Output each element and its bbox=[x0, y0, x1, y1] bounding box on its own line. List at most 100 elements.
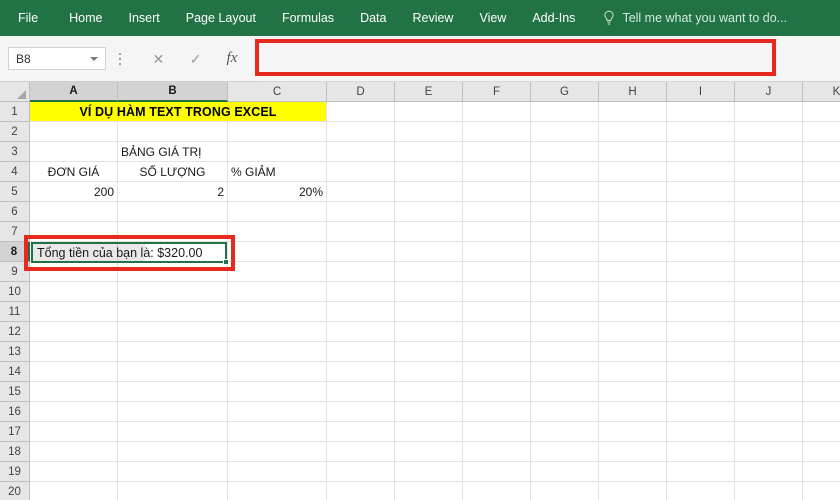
row-header-18[interactable]: 18 bbox=[0, 442, 30, 462]
cell-h1[interactable] bbox=[599, 102, 667, 122]
cell-e5[interactable] bbox=[395, 182, 463, 202]
cell-a18[interactable] bbox=[30, 442, 118, 462]
tab-file[interactable]: File bbox=[0, 0, 56, 36]
cell-i16[interactable] bbox=[667, 402, 735, 422]
cell-c2[interactable] bbox=[228, 122, 327, 142]
cell-b4[interactable]: SỐ LƯỢNG bbox=[118, 162, 228, 182]
cell-c15[interactable] bbox=[228, 382, 327, 402]
cell-h5[interactable] bbox=[599, 182, 667, 202]
cell-f8[interactable] bbox=[463, 242, 531, 262]
row-header-8[interactable]: 8 bbox=[0, 242, 30, 262]
cell-a2[interactable] bbox=[30, 122, 118, 142]
cell-j2[interactable] bbox=[735, 122, 803, 142]
cell-b14[interactable] bbox=[118, 362, 228, 382]
cell-k7[interactable] bbox=[803, 222, 840, 242]
cell-e10[interactable] bbox=[395, 282, 463, 302]
cell-a5[interactable]: 200 bbox=[30, 182, 118, 202]
cell-c20[interactable] bbox=[228, 482, 327, 500]
cell-f1[interactable] bbox=[463, 102, 531, 122]
worksheet-grid[interactable]: ABCDEFGHIJK 1 2 3 4 5 6 7 8 9 10 11 12 13 14 15 16 17 18 1… bbox=[0, 82, 840, 500]
cell-i9[interactable] bbox=[667, 262, 735, 282]
cell-j19[interactable] bbox=[735, 462, 803, 482]
cell-k4[interactable] bbox=[803, 162, 840, 182]
cell-h4[interactable] bbox=[599, 162, 667, 182]
confirm-check-icon[interactable]: ✓ bbox=[190, 52, 202, 66]
cell-i12[interactable] bbox=[667, 322, 735, 342]
cell-c3[interactable] bbox=[228, 142, 327, 162]
cell-a7[interactable] bbox=[30, 222, 118, 242]
cell-b12[interactable] bbox=[118, 322, 228, 342]
cell-h7[interactable] bbox=[599, 222, 667, 242]
cell-h15[interactable] bbox=[599, 382, 667, 402]
cell-b16[interactable] bbox=[118, 402, 228, 422]
cell-f4[interactable] bbox=[463, 162, 531, 182]
cell-i19[interactable] bbox=[667, 462, 735, 482]
cell-b18[interactable] bbox=[118, 442, 228, 462]
cell-i3[interactable] bbox=[667, 142, 735, 162]
cell-c18[interactable] bbox=[228, 442, 327, 462]
column-header-g[interactable]: G bbox=[531, 82, 599, 102]
column-header-d[interactable]: D bbox=[327, 82, 395, 102]
cell-c6[interactable] bbox=[228, 202, 327, 222]
cell-a20[interactable] bbox=[30, 482, 118, 500]
cell-a16[interactable] bbox=[30, 402, 118, 422]
cell-f17[interactable] bbox=[463, 422, 531, 442]
column-header-j[interactable]: J bbox=[735, 82, 803, 102]
tab-add-ins[interactable]: Add-Ins bbox=[519, 0, 588, 36]
cell-c4[interactable]: % GIẢM bbox=[228, 162, 327, 182]
cell-j17[interactable] bbox=[735, 422, 803, 442]
cell-k19[interactable] bbox=[803, 462, 840, 482]
cell-d15[interactable] bbox=[327, 382, 395, 402]
cell-j6[interactable] bbox=[735, 202, 803, 222]
cell-g19[interactable] bbox=[531, 462, 599, 482]
cell-e11[interactable] bbox=[395, 302, 463, 322]
cell-j14[interactable] bbox=[735, 362, 803, 382]
cell-a14[interactable] bbox=[30, 362, 118, 382]
cell-b3[interactable]: BẢNG GIÁ TRỊ bbox=[118, 142, 228, 162]
cell-b10[interactable] bbox=[118, 282, 228, 302]
cell-i7[interactable] bbox=[667, 222, 735, 242]
cell-i20[interactable] bbox=[667, 482, 735, 500]
cell-k15[interactable] bbox=[803, 382, 840, 402]
cell-e15[interactable] bbox=[395, 382, 463, 402]
cell-k5[interactable] bbox=[803, 182, 840, 202]
cell-e18[interactable] bbox=[395, 442, 463, 462]
cell-d14[interactable] bbox=[327, 362, 395, 382]
cell-d17[interactable] bbox=[327, 422, 395, 442]
cell-d1[interactable] bbox=[327, 102, 395, 122]
cell-d11[interactable] bbox=[327, 302, 395, 322]
cell-d2[interactable] bbox=[327, 122, 395, 142]
cell-j7[interactable] bbox=[735, 222, 803, 242]
cell-f3[interactable] bbox=[463, 142, 531, 162]
cell-h12[interactable] bbox=[599, 322, 667, 342]
cell-d3[interactable] bbox=[327, 142, 395, 162]
cell-f19[interactable] bbox=[463, 462, 531, 482]
cell-f6[interactable] bbox=[463, 202, 531, 222]
cell-title-a1[interactable]: VÍ DỤ HÀM TEXT TRONG EXCEL bbox=[30, 102, 327, 122]
cell-b5[interactable]: 2 bbox=[118, 182, 228, 202]
tab-formulas[interactable]: Formulas bbox=[269, 0, 347, 36]
cell-g1[interactable] bbox=[531, 102, 599, 122]
cell-e4[interactable] bbox=[395, 162, 463, 182]
cell-f7[interactable] bbox=[463, 222, 531, 242]
cell-c14[interactable] bbox=[228, 362, 327, 382]
cell-h20[interactable] bbox=[599, 482, 667, 500]
column-header-k[interactable]: K bbox=[803, 82, 840, 102]
cell-h14[interactable] bbox=[599, 362, 667, 382]
cell-a12[interactable] bbox=[30, 322, 118, 342]
cell-a10[interactable] bbox=[30, 282, 118, 302]
cell-g11[interactable] bbox=[531, 302, 599, 322]
cell-a19[interactable] bbox=[30, 462, 118, 482]
cell-h8[interactable] bbox=[599, 242, 667, 262]
cell-g6[interactable] bbox=[531, 202, 599, 222]
cell-d13[interactable] bbox=[327, 342, 395, 362]
cell-a15[interactable] bbox=[30, 382, 118, 402]
cell-j15[interactable] bbox=[735, 382, 803, 402]
cell-i17[interactable] bbox=[667, 422, 735, 442]
cancel-x-icon[interactable]: ✕ bbox=[153, 52, 165, 66]
row-header-5[interactable]: 5 bbox=[0, 182, 30, 202]
cell-j10[interactable] bbox=[735, 282, 803, 302]
cell-e7[interactable] bbox=[395, 222, 463, 242]
select-all-corner[interactable] bbox=[0, 82, 30, 102]
tab-home[interactable]: Home bbox=[56, 0, 115, 36]
